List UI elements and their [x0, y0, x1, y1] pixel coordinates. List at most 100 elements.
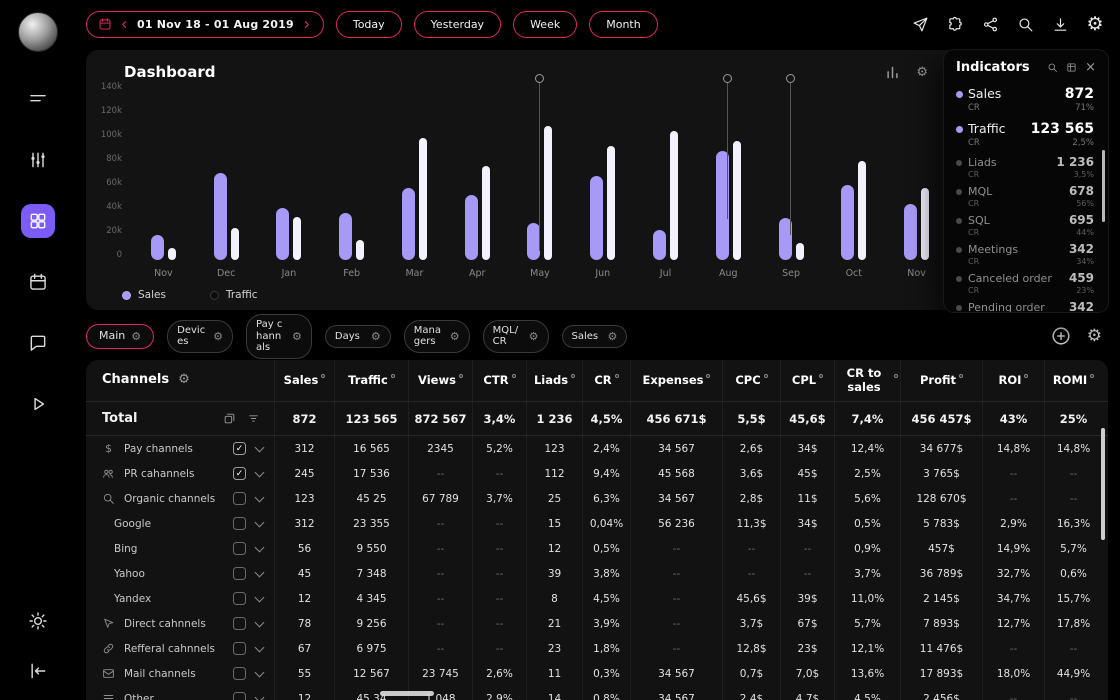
table-row[interactable]: Google31223 355----150,04%56 23611,3$34$…: [86, 511, 1108, 536]
row-checkbox[interactable]: [233, 542, 246, 555]
traffic-bar[interactable]: [733, 141, 741, 260]
row-checkbox[interactable]: [233, 492, 246, 505]
chevron-down-icon[interactable]: [255, 644, 264, 653]
chevron-down-icon[interactable]: [255, 494, 264, 503]
filter-chip-days[interactable]: Days⚙: [325, 325, 391, 348]
traffic-bar[interactable]: [858, 161, 866, 260]
chevron-down-icon[interactable]: [255, 544, 264, 553]
traffic-bar[interactable]: [482, 166, 490, 260]
chevron-down-icon[interactable]: [255, 619, 264, 628]
filter-chip-sales[interactable]: Sales⚙: [562, 325, 628, 348]
column-header-cr-to-sales[interactable]: CR to sales: [834, 360, 900, 401]
row-checkbox[interactable]: [233, 617, 246, 630]
sales-bar[interactable]: [402, 188, 415, 260]
traffic-bar[interactable]: [544, 126, 552, 260]
traffic-bar[interactable]: [356, 240, 364, 260]
table-vertical-scrollbar[interactable]: [1101, 428, 1105, 540]
chevron-left-icon[interactable]: [119, 19, 130, 30]
indicator-item[interactable]: Liads1 236CR3,5%: [956, 152, 1096, 181]
traffic-bar[interactable]: [921, 188, 929, 260]
gear-icon[interactable]: ⚙: [292, 330, 302, 343]
indicator-item[interactable]: Sales872CR71%: [956, 82, 1096, 117]
sales-bar[interactable]: [590, 176, 603, 261]
indicator-item[interactable]: Canceled order459CR23%: [956, 268, 1096, 297]
column-header-ctr[interactable]: CTR: [472, 360, 526, 401]
table-horizontal-scrollbar[interactable]: [380, 691, 434, 696]
funnel-icon[interactable]: [247, 412, 260, 425]
chevron-down-icon[interactable]: [255, 519, 264, 528]
row-checkbox[interactable]: [233, 692, 246, 700]
range-button-week[interactable]: Week: [513, 11, 577, 38]
sales-bar[interactable]: [779, 218, 792, 260]
column-header-cpc[interactable]: CPC: [722, 360, 780, 401]
sales-bar[interactable]: [904, 204, 917, 260]
row-checkbox[interactable]: [233, 642, 246, 655]
filter-chip-pay-channals[interactable]: Pay channals⚙: [246, 314, 312, 359]
chevron-down-icon[interactable]: [255, 594, 264, 603]
sales-bar[interactable]: [276, 208, 289, 260]
indicator-item[interactable]: Traffic123 565CR2,5%: [956, 117, 1096, 152]
column-header-cpl[interactable]: CPL: [780, 360, 834, 401]
column-header-cr[interactable]: CR: [582, 360, 630, 401]
traffic-bar[interactable]: [670, 131, 678, 260]
traffic-bar[interactable]: [231, 228, 239, 260]
column-header-expenses[interactable]: Expenses: [630, 360, 722, 401]
share-button[interactable]: [977, 11, 1003, 37]
row-checkbox[interactable]: [233, 567, 246, 580]
sales-bar[interactable]: [465, 195, 478, 260]
filter-chip-mql-cr[interactable]: MQL/CR⚙: [483, 320, 549, 353]
filter-chip-main[interactable]: Main ⚙: [86, 324, 154, 349]
traffic-bar[interactable]: [293, 217, 301, 261]
indicator-item[interactable]: SQL695CR44%: [956, 210, 1096, 239]
row-checkbox[interactable]: [233, 667, 246, 680]
sales-bar[interactable]: [151, 235, 164, 260]
gear-icon[interactable]: ⚙: [608, 330, 618, 343]
chart-settings-gear-icon[interactable]: ⚙: [916, 65, 928, 80]
layers-icon[interactable]: [223, 412, 236, 425]
sidebar-item-dashboard[interactable]: [21, 204, 55, 238]
gear-icon[interactable]: ⚙: [371, 330, 381, 343]
column-header-traffic[interactable]: Traffic: [334, 360, 408, 401]
filter-chip-managers[interactable]: Managers⚙: [404, 320, 470, 353]
sidebar-item-messages[interactable]: [21, 326, 55, 360]
indicators-scrollbar[interactable]: [1102, 150, 1105, 222]
column-header-profit[interactable]: Profit: [900, 360, 982, 401]
table-row[interactable]: Refferal cahnnels676 975----231,8%--12,8…: [86, 636, 1108, 661]
download-button[interactable]: [1047, 11, 1073, 37]
sales-bar[interactable]: [527, 223, 540, 260]
sales-bar[interactable]: [716, 151, 729, 260]
traffic-bar[interactable]: [419, 138, 427, 260]
send-button[interactable]: [907, 11, 933, 37]
table-row[interactable]: PR cahannels✓24517 536----1129,4%45 5683…: [86, 461, 1108, 486]
settings-button[interactable]: ⚙: [1082, 11, 1108, 37]
table-row[interactable]: Direct cahnnels789 256----213,9%--3,7$67…: [86, 611, 1108, 636]
row-checkbox[interactable]: [233, 517, 246, 530]
indicator-item[interactable]: Pending order342: [956, 297, 1096, 312]
gear-icon[interactable]: ⚙: [131, 330, 141, 343]
traffic-bar[interactable]: [168, 248, 176, 260]
table-view-icon[interactable]: [1066, 62, 1077, 73]
row-checkbox[interactable]: [233, 592, 246, 605]
column-header-views[interactable]: Views: [408, 360, 472, 401]
chevron-down-icon[interactable]: [255, 444, 264, 453]
range-button-today[interactable]: Today: [336, 11, 402, 38]
search-button[interactable]: [1012, 11, 1038, 37]
table-row[interactable]: Mail channels5512 56723 7452,6%110,3%34 …: [86, 661, 1108, 686]
indicator-item[interactable]: Meetings342CR34%: [956, 239, 1096, 268]
table-row[interactable]: Yahoo457 348----393,8%------3,7%36 789$3…: [86, 561, 1108, 586]
sidebar-item-menu[interactable]: [21, 82, 55, 116]
row-checkbox[interactable]: ✓: [233, 467, 246, 480]
traffic-bar[interactable]: [607, 146, 615, 260]
sidebar-item-media[interactable]: [21, 387, 55, 421]
column-header-liads[interactable]: Liads: [526, 360, 582, 401]
theme-toggle-button[interactable]: [21, 604, 55, 638]
gear-icon[interactable]: ⚙: [213, 330, 223, 343]
collapse-sidebar-button[interactable]: [21, 654, 55, 688]
sidebar-item-filters[interactable]: [21, 143, 55, 177]
indicator-item[interactable]: MQL678CR56%: [956, 181, 1096, 210]
traffic-bar[interactable]: [796, 243, 804, 260]
extensions-button[interactable]: [942, 11, 968, 37]
sales-bar[interactable]: [653, 230, 666, 260]
chart-type-icon[interactable]: [885, 65, 900, 80]
filter-chip-devices[interactable]: Devices⚙: [167, 320, 233, 353]
